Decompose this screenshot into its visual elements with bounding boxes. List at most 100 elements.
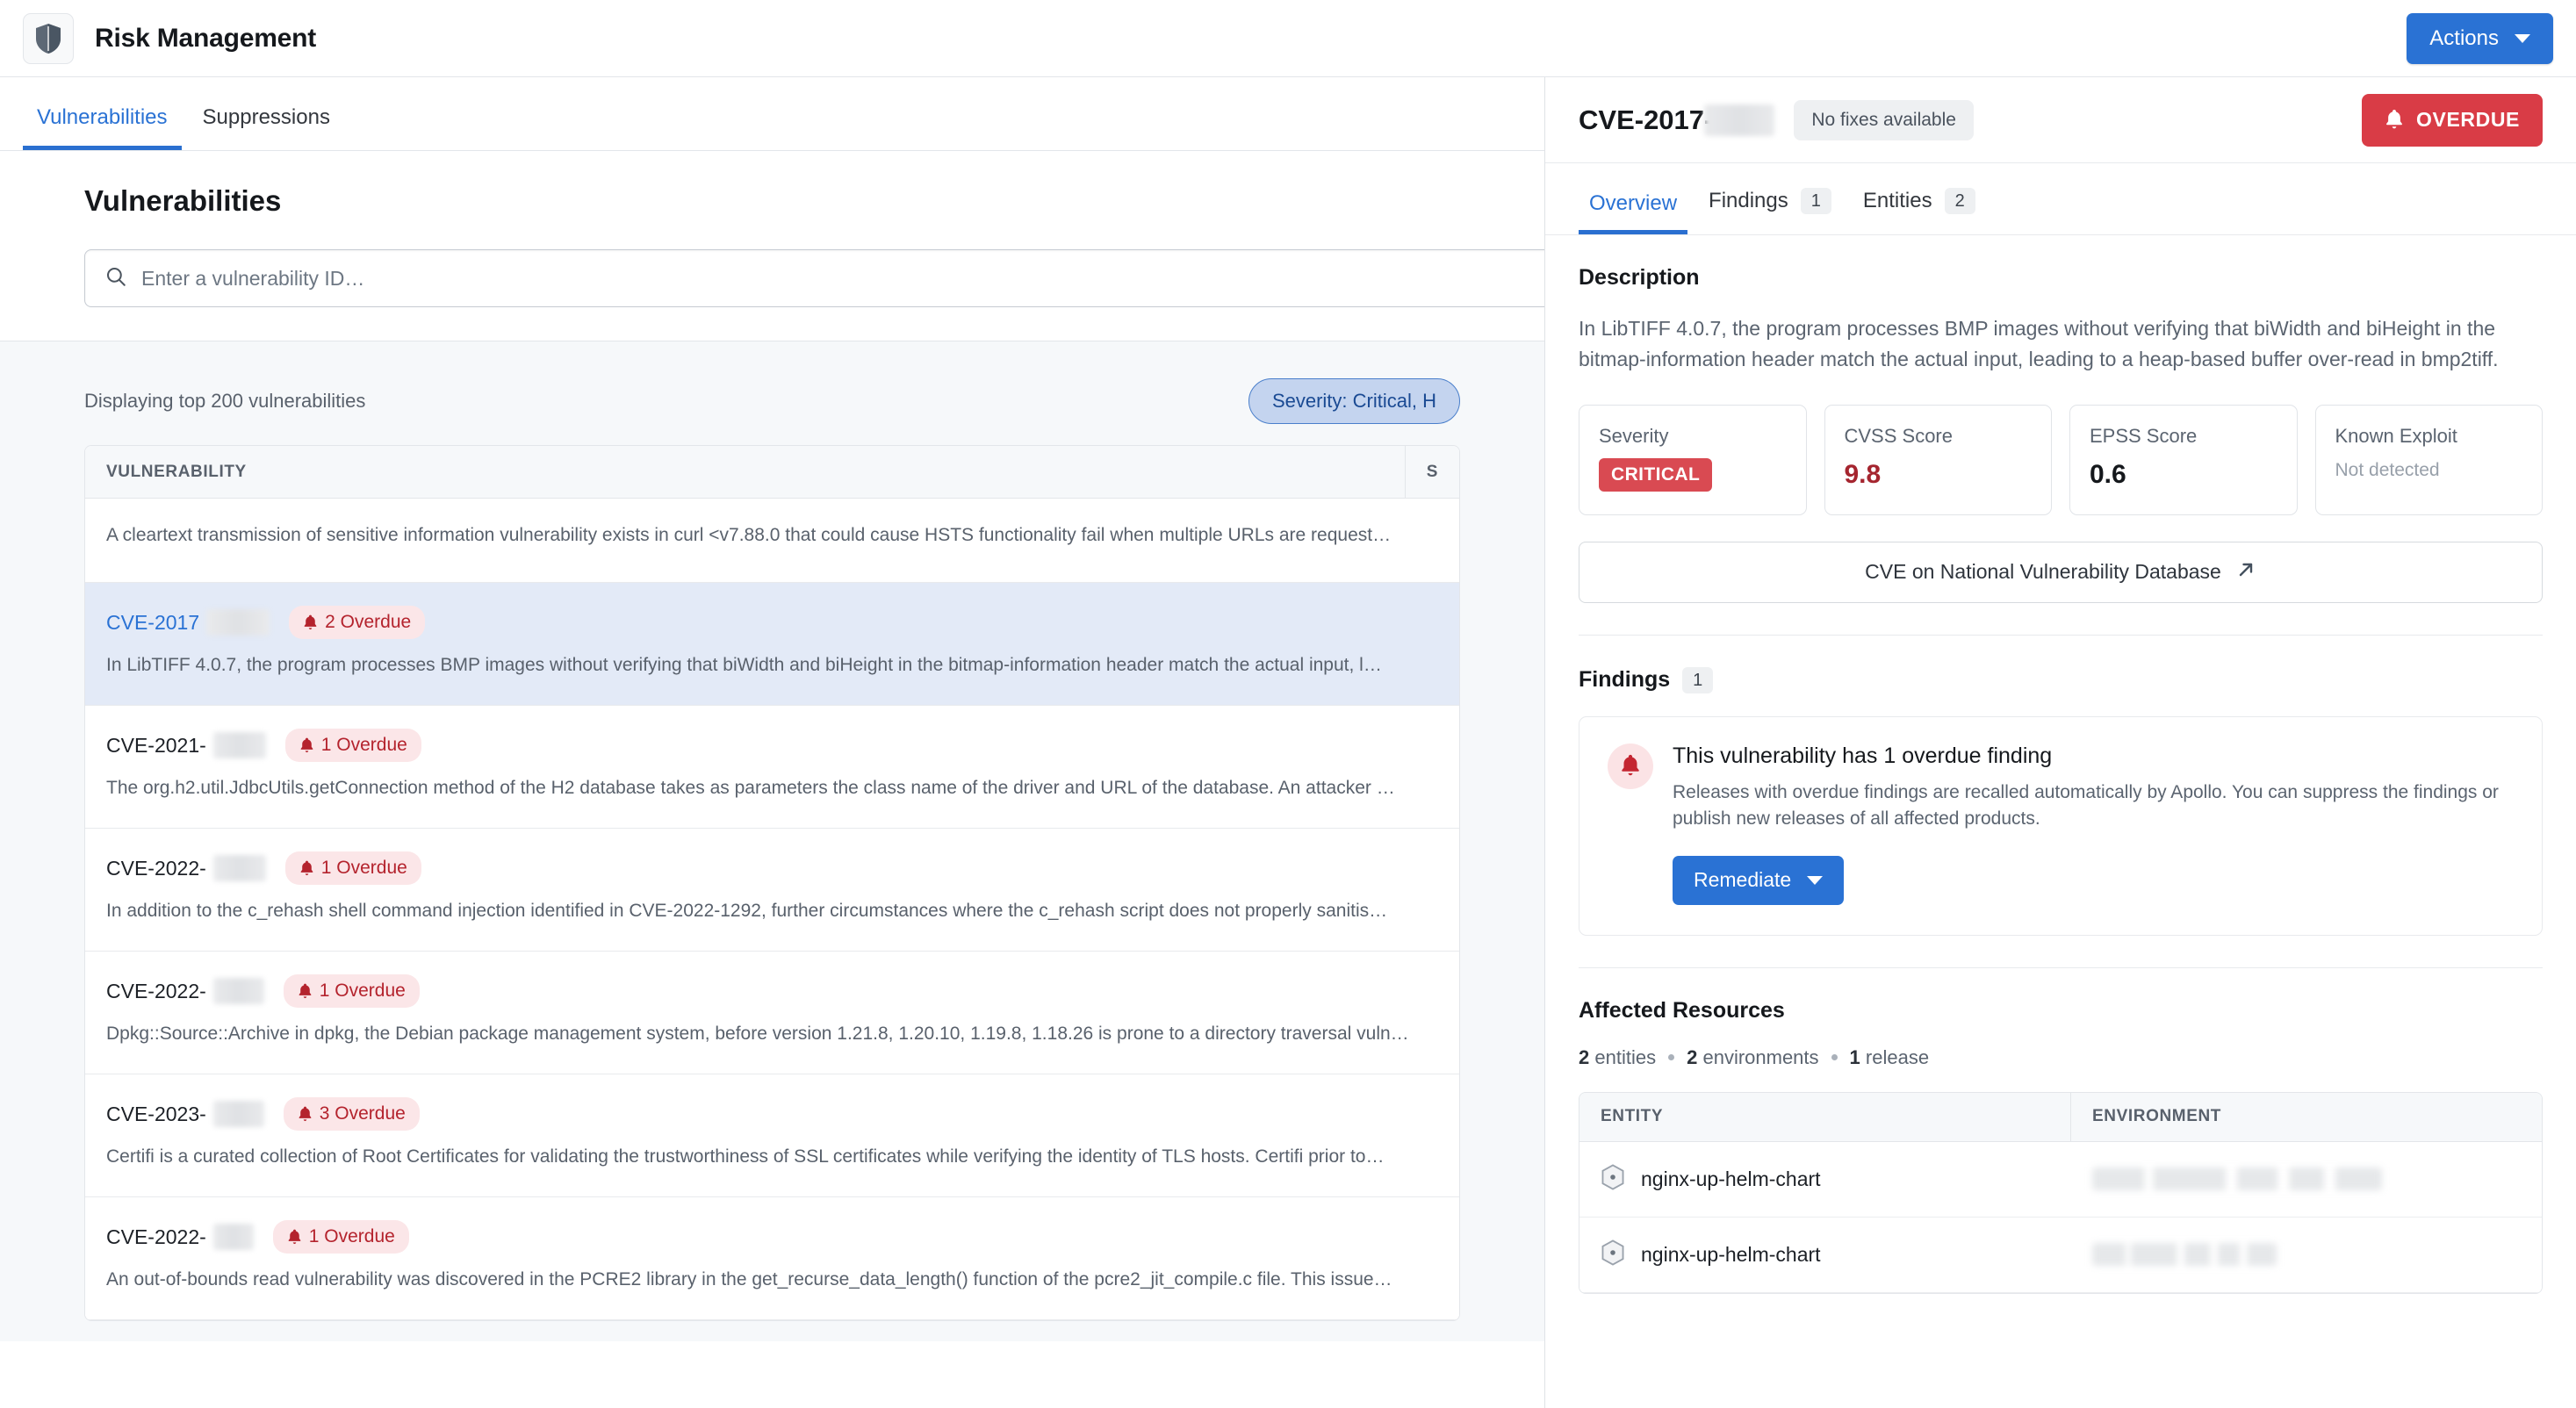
table-row-cve-id[interactable]: CVE-2021- [106, 734, 206, 758]
description-text: In LibTIFF 4.0.7, the program processes … [1579, 317, 2499, 370]
table-row-id-line: CVE-2021- 1 Overdue [106, 729, 1438, 762]
metric-cvss-label: CVSS Score [1844, 424, 1954, 447]
bell-icon [300, 860, 313, 875]
separator-dot-icon [1831, 1054, 1838, 1061]
detail-cve-id: CVE-2017- [1579, 104, 1714, 135]
table-row-description: A cleartext transmission of sensitive in… [106, 525, 1392, 545]
severity-filter-label: Severity: Critical, H [1271, 390, 1436, 412]
table-row-cve-id[interactable]: CVE-2022- [106, 1225, 206, 1249]
bell-icon [288, 1229, 301, 1244]
redacted-environment [2092, 1167, 2382, 1191]
overdue-badge-label: 1 Overdue [320, 858, 407, 878]
detail-tab-findings-count: 1 [1800, 188, 1831, 214]
table-row-main: CVE-2017 2 Overdue In LibTIFF 4.0.7, the… [85, 583, 1459, 705]
metric-severity: Severity CRITICAL [1579, 404, 1807, 515]
table-row-id-line: CVE-2017 2 Overdue [106, 606, 1438, 639]
table-row-main: CVE-2022- 1 Overdue An out-of-bounds rea… [85, 1197, 1459, 1319]
column-header-vulnerability: VULNERABILITY [106, 462, 247, 481]
metric-epss-label: EPSS Score [2090, 424, 2198, 447]
actions-button[interactable]: Actions [2407, 12, 2553, 64]
table-row-cve-id[interactable]: CVE-2017 [106, 611, 199, 635]
table-row[interactable]: CVE-2017 2 Overdue In LibTIFF 4.0.7, the… [85, 583, 1459, 706]
redacted-id-segment [212, 978, 264, 1004]
no-fixes-badge: No fixes available [1794, 99, 1974, 140]
bell-icon [304, 614, 317, 629]
table-row[interactable]: CVE-2022- 1 Overdue In addition to the c… [85, 829, 1459, 952]
releases-count: 1 [1849, 1045, 1860, 1068]
releases-count-label: release [1865, 1045, 1930, 1068]
nvd-link-button[interactable]: CVE on National Vulnerability Database [1579, 541, 2543, 603]
vulnerability-detail-panel: CVE-2017- No fixes available OVERDUE Ove… [1544, 77, 2576, 1408]
metrics-row: Severity CRITICAL CVSS Score 9.8 EPSS Sc… [1579, 404, 2543, 515]
search-input[interactable] [141, 266, 1544, 291]
severity-indicator [1459, 860, 1460, 920]
nvd-link-label: CVE on National Vulnerability Database [1865, 560, 2221, 584]
overdue-finding-alert-content: This vulnerability has 1 overdue finding… [1673, 744, 2514, 905]
table-row[interactable]: CVE-2022- 1 Overdue Dpkg::Source::Archiv… [85, 952, 1459, 1074]
metric-cvss-value: 9.8 [1844, 459, 1882, 489]
table-row-main: CVE-2022- 1 Overdue In addition to the c… [85, 829, 1459, 951]
redacted-environment [2092, 1243, 2277, 1267]
column-header-severity: S [1404, 446, 1459, 498]
table-row-main: CVE-2023- 3 Overdue Certifi is a curated… [85, 1074, 1459, 1196]
severity-indicator [1459, 737, 1460, 797]
entities-count-label: entities [1594, 1045, 1657, 1068]
alert-title: This vulnerability has 1 overdue finding [1673, 743, 2053, 768]
entity-name: nginx-up-helm-chart [1641, 1242, 1821, 1266]
overdue-badge-label: 1 Overdue [319, 981, 406, 1001]
overdue-badge-label: 2 Overdue [325, 612, 412, 632]
table-row[interactable]: nginx-up-helm-chart [1579, 1217, 2542, 1293]
detail-tab-findings-label: Findings [1709, 189, 1788, 212]
table-row[interactable]: CVE-2022- 1 Overdue An out-of-bounds rea… [85, 1197, 1459, 1320]
overdue-badge: 1 Overdue [283, 974, 420, 1008]
metric-cvss: CVSS Score 9.8 [1824, 404, 2052, 515]
detail-tab-overview[interactable]: Overview [1579, 191, 1688, 234]
severity-indicator [1459, 614, 1460, 674]
severity-indicator [1459, 511, 1460, 571]
remediate-button[interactable]: Remediate [1673, 855, 1845, 905]
external-link-icon [2235, 559, 2256, 585]
metric-epss: EPSS Score 0.6 [2069, 404, 2298, 515]
detail-tab-overview-label: Overview [1589, 191, 1678, 215]
severity-filter-pill[interactable]: Severity: Critical, H [1248, 378, 1460, 424]
table-row-cve-id[interactable]: CVE-2022- [106, 980, 206, 1003]
bell-icon [299, 983, 312, 998]
table-row[interactable]: CVE-2023- 3 Overdue Certifi is a curated… [85, 1074, 1459, 1197]
redacted-id-segment [212, 732, 266, 758]
detail-tab-entities-count: 2 [1944, 188, 1975, 214]
redacted-id-segment [206, 609, 270, 636]
actions-button-label: Actions [2429, 25, 2499, 50]
app-root: Risk Management Actions Vulnerabilities … [0, 0, 2576, 1408]
redacted-id-segment [212, 855, 266, 881]
tab-vulnerabilities[interactable]: Vulnerabilities [23, 107, 182, 150]
tab-suppressions[interactable]: Suppressions [189, 107, 344, 150]
environment-cell [2071, 1142, 2542, 1217]
detail-tab-entities-label: Entities [1862, 189, 1932, 212]
alert-body: Releases with overdue findings are recal… [1673, 781, 2499, 830]
table-row[interactable]: A cleartext transmission of sensitive in… [85, 499, 1459, 583]
separator-dot-icon [1668, 1054, 1675, 1061]
column-header-entity: ENTITY [1579, 1092, 2071, 1141]
environment-cell [2071, 1218, 2542, 1292]
overdue-badge: 3 Overdue [283, 1097, 420, 1131]
redacted-id-segment [1704, 104, 1775, 136]
detail-tab-entities[interactable]: Entities 2 [1853, 188, 1986, 234]
vulnerability-list-section: Displaying top 200 vulnerabilities Sever… [0, 341, 1544, 1341]
table-row-cve-id[interactable]: CVE-2023- [106, 1103, 206, 1126]
affected-resources-table: ENTITY ENVIRONMENT nginx-up-helm-chart n… [1579, 1091, 2543, 1294]
vulnerability-table: VULNERABILITY S A cleartext transmission… [84, 445, 1460, 1321]
table-row-cve-id[interactable]: CVE-2022- [106, 857, 206, 880]
detail-body: Description In LibTIFF 4.0.7, the progra… [1545, 235, 2576, 1294]
detail-tab-findings[interactable]: Findings 1 [1698, 188, 1842, 234]
table-row-id-line: CVE-2022- 1 Overdue [106, 1220, 1438, 1254]
table-row-description: An out-of-bounds read vulnerability was … [106, 1269, 1392, 1289]
findings-count-badge: 1 [1682, 666, 1714, 693]
overdue-status-button[interactable]: OVERDUE [2362, 93, 2543, 147]
bell-icon [2386, 109, 2403, 129]
vulnerabilities-header: Vulnerabilities [0, 151, 1544, 307]
table-row[interactable]: nginx-up-helm-chart [1579, 1141, 2542, 1218]
search-bar[interactable] [84, 249, 1544, 307]
table-row-description: The org.h2.util.JdbcUtils.getConnection … [106, 778, 1395, 798]
affected-resources-header-row: ENTITY ENVIRONMENT [1579, 1092, 2542, 1142]
table-row[interactable]: CVE-2021- 1 Overdue The org.h2.util.Jdbc… [85, 706, 1459, 829]
